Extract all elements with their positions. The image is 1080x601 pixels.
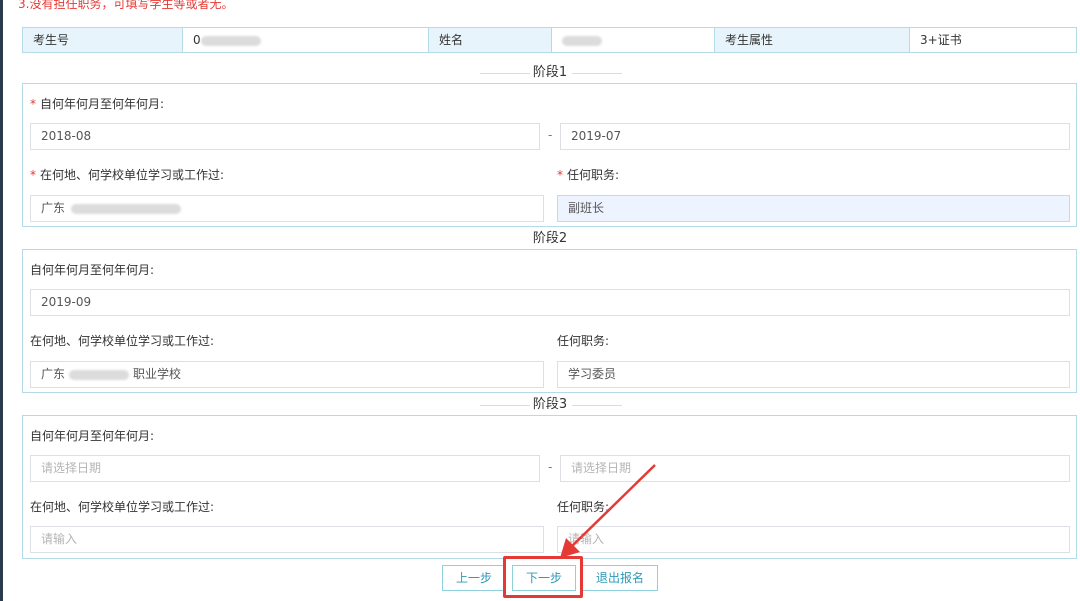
annotation-arrow-icon: [560, 464, 656, 558]
